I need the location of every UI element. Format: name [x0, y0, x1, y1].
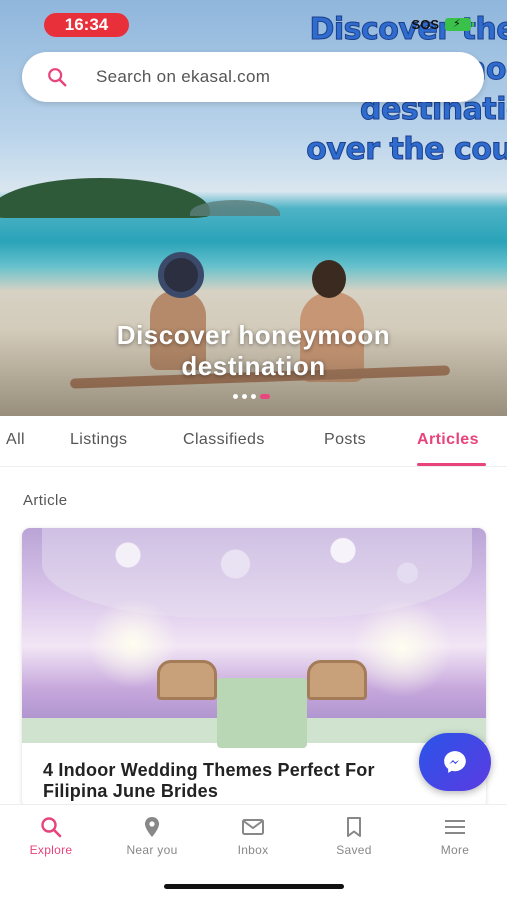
- tab-articles[interactable]: Articles: [417, 416, 479, 467]
- menu-icon: [445, 820, 465, 834]
- location-pin-icon: [145, 817, 159, 837]
- article-image: [22, 528, 486, 748]
- search-icon: [41, 817, 62, 838]
- search-icon: [48, 68, 67, 87]
- hero-bg-line: over the count: [306, 132, 507, 168]
- person-head: [312, 260, 346, 298]
- carousel-dot[interactable]: [251, 394, 256, 399]
- nav-inbox[interactable]: Inbox: [208, 815, 298, 857]
- home-indicator[interactable]: [164, 884, 344, 889]
- nav-label: More: [440, 843, 470, 857]
- nav-more[interactable]: More: [410, 815, 500, 857]
- search-bar[interactable]: Search on ekasal.com: [22, 52, 484, 102]
- tab-all[interactable]: All: [6, 416, 25, 467]
- nav-label: Saved: [336, 843, 372, 857]
- chair-shape: [157, 660, 217, 700]
- battery-icon: ⚡: [445, 18, 474, 31]
- messenger-icon: [444, 751, 466, 773]
- hero-caption-line: destination: [181, 351, 326, 381]
- hero-caption: Discover honeymoon destination: [0, 320, 507, 382]
- tab-classifieds[interactable]: Classifieds: [183, 416, 265, 467]
- carousel-dot[interactable]: [242, 394, 247, 399]
- filter-tabs: All Listings Classifieds Posts Articles: [0, 416, 507, 467]
- chair-shape: [307, 660, 367, 700]
- nav-label: Explore: [29, 843, 73, 857]
- person-hat: [158, 252, 204, 298]
- nav-saved[interactable]: Saved: [309, 815, 399, 857]
- tab-listings[interactable]: Listings: [70, 416, 127, 467]
- search-input[interactable]: Search on ekasal.com: [96, 67, 270, 87]
- carousel-dot-active[interactable]: [260, 394, 270, 399]
- nav-label: Near you: [126, 843, 178, 857]
- messenger-button[interactable]: [419, 733, 491, 791]
- status-time: 16:34: [44, 13, 129, 37]
- active-tab-indicator: [417, 463, 486, 466]
- hero-caption-line: Discover honeymoon: [116, 320, 391, 350]
- section-heading: Article: [23, 492, 68, 509]
- table-shape: [217, 678, 307, 748]
- envelope-icon: [242, 819, 264, 835]
- bookmark-icon: [347, 817, 361, 837]
- nav-explore[interactable]: Explore: [6, 815, 96, 857]
- carousel-dots[interactable]: [233, 394, 270, 399]
- carrier-label: SOS: [411, 17, 439, 32]
- nav-label: Inbox: [237, 843, 269, 857]
- tab-posts[interactable]: Posts: [324, 416, 366, 467]
- nav-near-you[interactable]: Near you: [107, 815, 197, 857]
- status-indicators: SOS ⚡: [411, 17, 474, 32]
- light-glow: [352, 598, 452, 698]
- carousel-dot[interactable]: [233, 394, 238, 399]
- article-title[interactable]: 4 Indoor Wedding Themes Perfect For Fili…: [43, 760, 443, 802]
- island-shape: [0, 178, 210, 218]
- article-card[interactable]: 4 Indoor Wedding Themes Perfect For Fili…: [22, 528, 486, 808]
